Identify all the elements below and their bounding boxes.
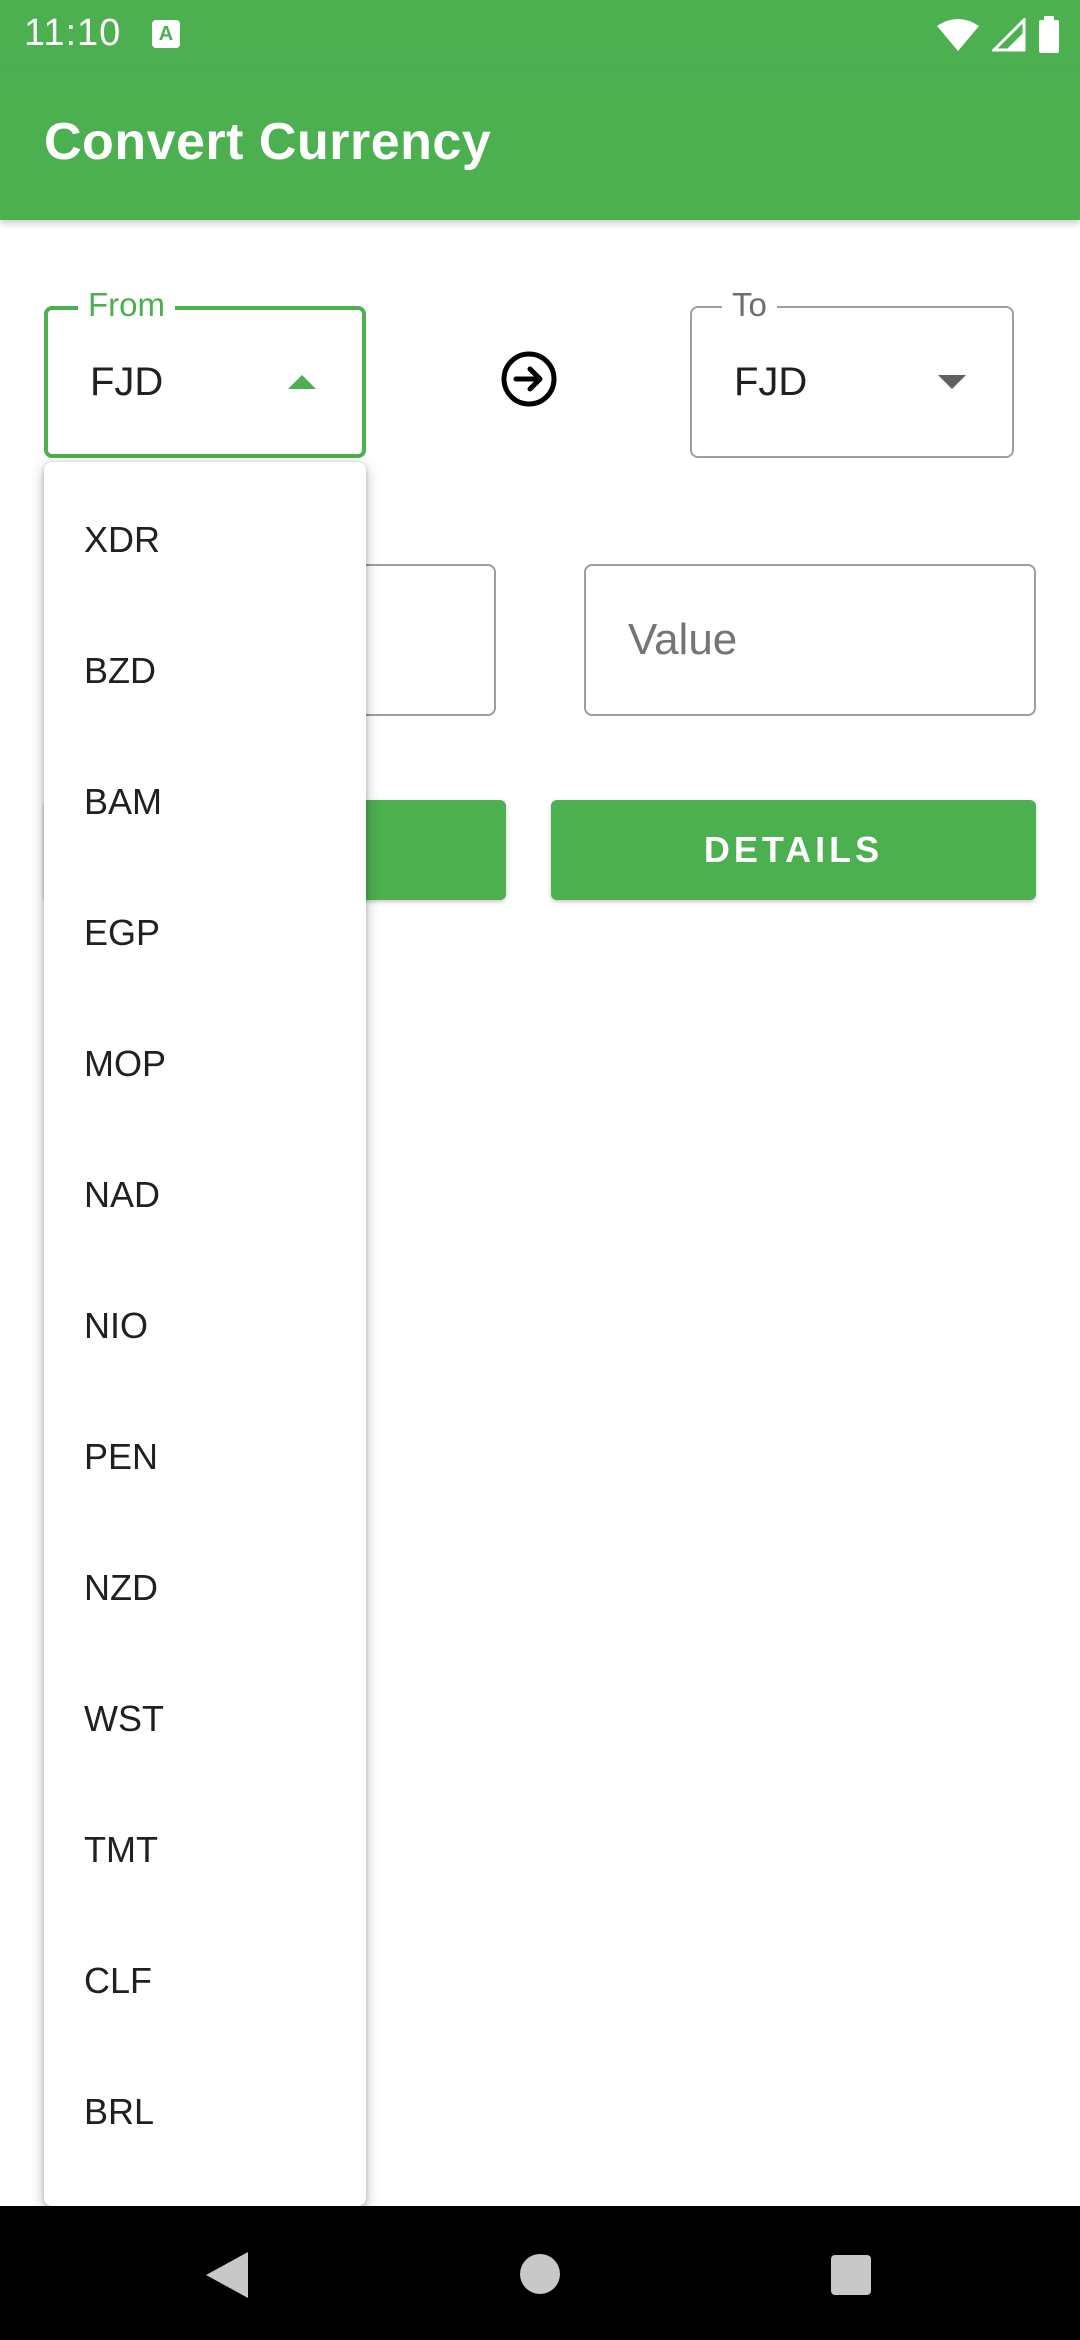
from-label: From	[78, 286, 175, 324]
dropdown-option[interactable]: MOP	[44, 998, 366, 1129]
dropdown-option[interactable]: WST	[44, 1653, 366, 1784]
dropdown-list: XDR BZD BAM EGP MOP NAD NIO PEN NZD WST …	[44, 462, 366, 2177]
to-currency-select[interactable]: To FJD	[690, 286, 1014, 458]
recents-icon[interactable]	[830, 2254, 872, 2296]
currency-dropdown-menu: XDR BZD BAM EGP MOP NAD NIO PEN NZD WST …	[44, 462, 366, 2206]
to-label: To	[722, 286, 777, 324]
value-placeholder: Value	[628, 615, 738, 664]
dropdown-option[interactable]: BZD	[44, 605, 366, 736]
from-value: FJD	[90, 360, 164, 404]
status-icons	[936, 16, 1060, 54]
page-title: Convert Currency	[44, 113, 492, 171]
to-value: FJD	[734, 360, 808, 404]
chevron-up-icon	[288, 375, 316, 389]
status-bar: 11:10 A	[0, 0, 1080, 66]
status-time: 11:10	[24, 12, 122, 54]
dropdown-option[interactable]: PEN	[44, 1391, 366, 1522]
dropdown-option[interactable]: CLF	[44, 1915, 366, 2046]
dropdown-option[interactable]: BRL	[44, 2046, 366, 2177]
wifi-icon	[937, 19, 979, 51]
dropdown-option[interactable]: BAM	[44, 736, 366, 867]
notification-icon: A	[152, 20, 180, 48]
dropdown-option[interactable]: EGP	[44, 867, 366, 998]
chevron-down-icon	[938, 375, 966, 389]
dropdown-option[interactable]: TMT	[44, 1784, 366, 1915]
app-bar: Convert Currency	[0, 66, 1080, 220]
back-icon[interactable]	[204, 2250, 250, 2300]
from-currency-select[interactable]: From FJD	[44, 286, 366, 458]
home-icon[interactable]	[518, 2252, 562, 2296]
dropdown-option[interactable]: XDR	[44, 474, 366, 605]
dropdown-option[interactable]: NAD	[44, 1129, 366, 1260]
battery-icon	[1039, 16, 1059, 53]
navigation-bar	[0, 2206, 1080, 2340]
value-field[interactable]: Value	[584, 564, 1036, 716]
dropdown-option[interactable]: NIO	[44, 1260, 366, 1391]
signal-icon	[992, 18, 1026, 52]
dropdown-option[interactable]: NZD	[44, 1522, 366, 1653]
arrow-circle-right-icon[interactable]	[500, 350, 558, 408]
details-button[interactable]: DETAILS	[551, 800, 1036, 900]
